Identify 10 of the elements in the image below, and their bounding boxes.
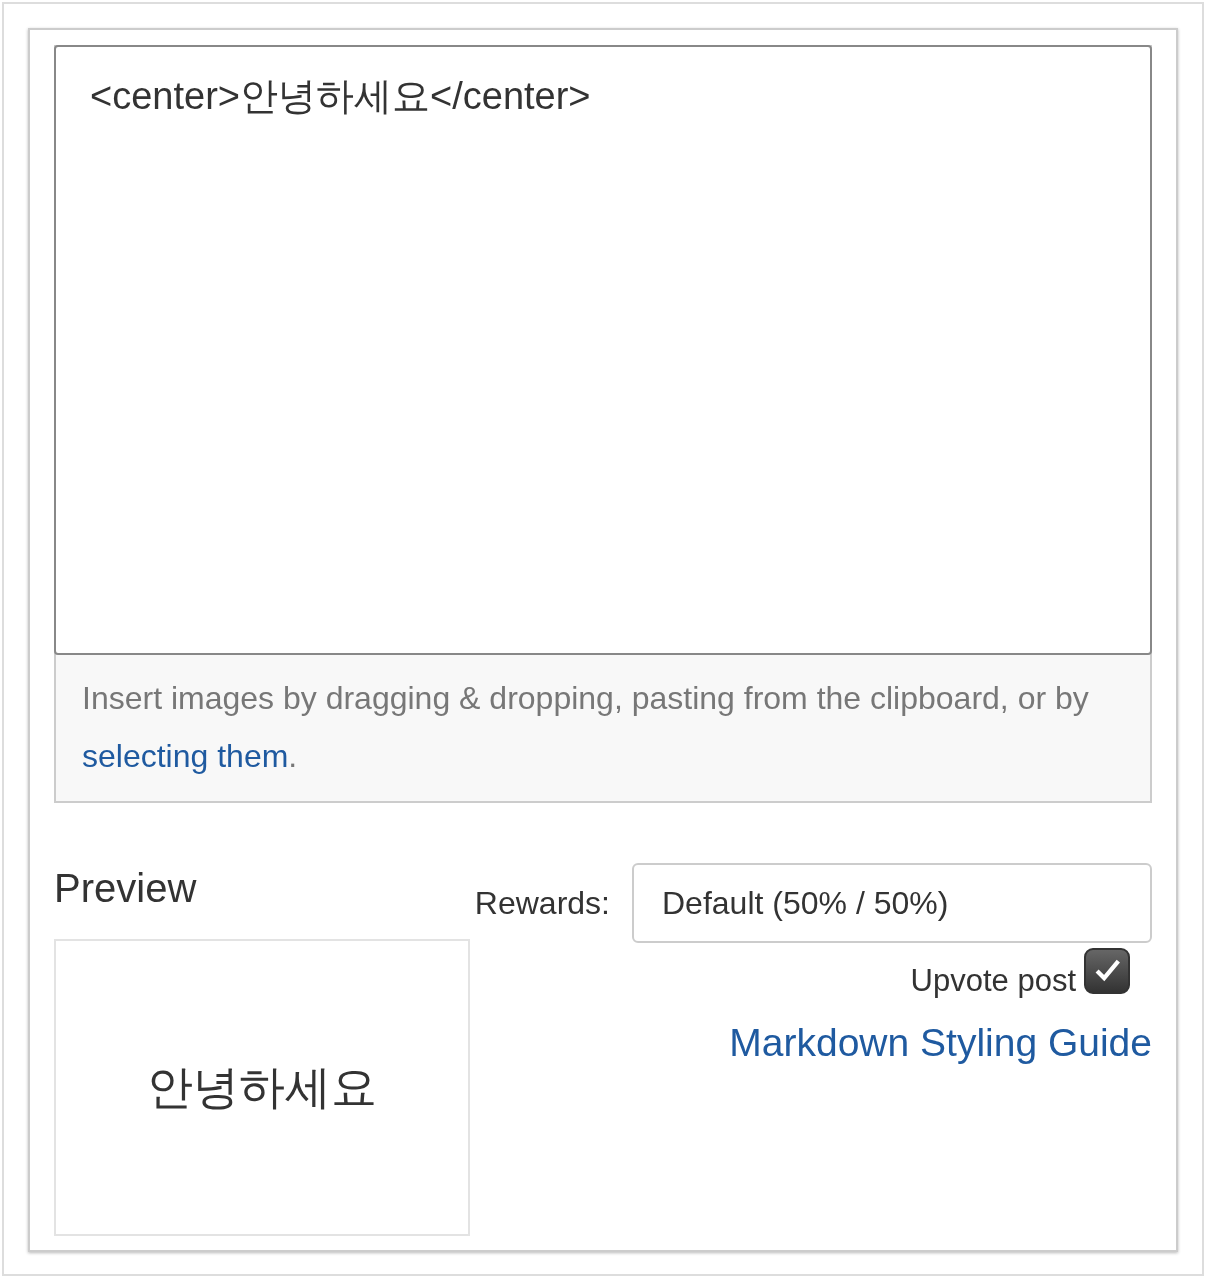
upvote-checkbox[interactable] <box>1084 948 1130 994</box>
markdown-guide-link[interactable]: Markdown Styling Guide <box>729 1021 1152 1065</box>
post-body-field[interactable]: <center>안녕하세요</center> <box>54 45 1152 655</box>
preview-text: 안녕하세요 <box>147 1059 377 1115</box>
rewards-dropdown[interactable]: Default (50% / 50%) <box>632 863 1152 943</box>
image-upload-hint: Insert images by dragging & dropping, pasting from the clipboard, or by selecting them. <box>81 679 1090 776</box>
preview-heading: Preview <box>54 865 198 912</box>
rewards-label: Rewards: <box>474 884 610 922</box>
select-images-link[interactable]: selecting them <box>82 738 289 774</box>
upvote-label: Upvote post <box>910 963 1076 999</box>
